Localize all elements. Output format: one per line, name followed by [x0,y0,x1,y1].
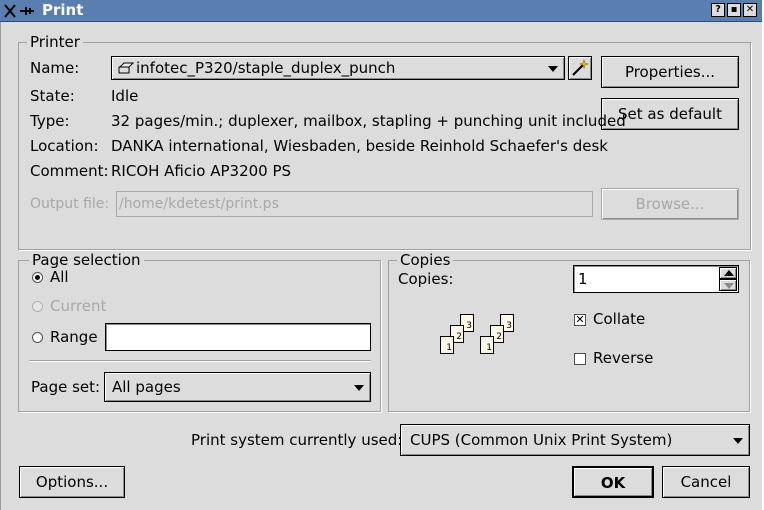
help-icon[interactable]: ? [711,3,725,17]
page-icon: 1 [480,336,494,354]
copies-value: 1 [578,270,588,288]
type-label: Type: [30,112,70,130]
copies-label: Copies: [398,270,454,288]
arrow-up-icon [724,270,734,276]
wizard-button[interactable] [568,56,592,80]
cancel-button[interactable]: Cancel [662,466,750,498]
properties-button[interactable]: Properties... [601,56,739,88]
printer-name-combo[interactable]: infotec_P320/staple_duplex_punch [111,56,565,80]
collate-label[interactable]: Collate [593,309,645,329]
page-set-label: Page set: [31,378,101,396]
radio-range[interactable] [32,332,43,343]
title-bar[interactable]: Print ? ▪ ✕ [0,0,762,22]
radio-all[interactable] [32,272,43,283]
decrement-button[interactable] [719,279,737,291]
page-selection-divider [29,360,371,362]
collate-checkbox[interactable]: ✕ [574,314,586,326]
range-input[interactable] [105,323,371,351]
print-system-combo[interactable]: CUPS (Common Unix Print System) [400,424,750,456]
close-icon[interactable]: ✕ [743,3,757,17]
browse-button[interactable]: Browse... [601,188,739,220]
radio-range-label[interactable]: Range [50,327,98,347]
state-value: Idle [111,87,139,105]
chevron-down-icon [733,438,743,444]
radio-current-label[interactable]: Current [50,296,106,316]
increment-button[interactable] [719,267,737,279]
page-selection-title: Page selection [29,251,144,269]
window-menu-icon[interactable] [4,4,38,18]
printer-icon [118,62,134,74]
comment-label: Comment: [30,162,109,180]
chevron-down-icon [548,66,558,72]
printer-name-value: infotec_P320/staple_duplex_punch [136,59,396,77]
print-system-value: CUPS (Common Unix Print System) [410,431,673,449]
copies-spinbox[interactable]: 1 [573,265,739,293]
name-label: Name: [30,59,80,77]
page-icon: 1 [440,336,454,354]
window-title: Print [42,1,84,19]
radio-all-label[interactable]: All [50,267,69,287]
chevron-down-icon [354,385,364,391]
magic-wand-icon [572,59,589,76]
location-value: DANKA international, Wiesbaden, beside R… [111,137,608,155]
arrow-down-icon [724,283,734,289]
output-file-value: /home/kdetest/print.ps [119,196,279,212]
output-file-label: Output file: [30,196,110,212]
page-set-value: All pages [112,378,181,396]
copies-title: Copies [397,251,454,269]
options-button[interactable]: Options... [19,466,125,498]
location-label: Location: [30,137,99,155]
maximize-icon[interactable]: ▪ [727,3,741,17]
print-dialog: Printer Name: infotec_P320/staple_duplex… [0,22,762,510]
output-file-field[interactable]: /home/kdetest/print.ps [116,191,593,217]
page-set-combo[interactable]: All pages [104,372,371,402]
type-value: 32 pages/min.; duplexer, mailbox, stapli… [111,112,626,130]
comment-value: RICOH Aficio AP3200 PS [111,162,292,180]
reverse-label[interactable]: Reverse [593,348,653,368]
reverse-checkbox[interactable] [574,353,586,365]
state-label: State: [30,87,75,105]
printer-group-title: Printer [27,33,83,51]
radio-current[interactable] [32,301,43,312]
collate-illustration: 3 2 1 3 2 1 [440,310,522,362]
print-system-label: Print system currently used: [191,431,403,449]
ok-button[interactable]: OK [572,466,654,498]
